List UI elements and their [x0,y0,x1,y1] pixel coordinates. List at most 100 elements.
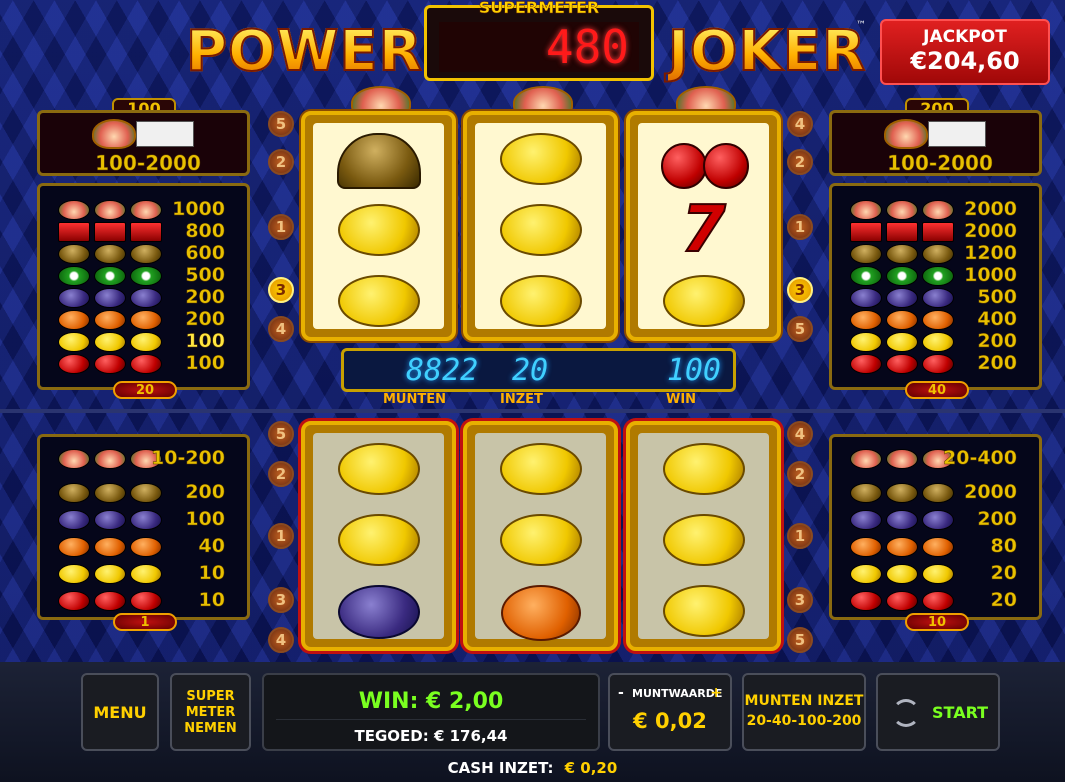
paytable-value: 800 [185,220,225,243]
credit-amount: TEGOED: € 176,44 [354,727,508,745]
upper-payline-marker-left-2: 2 [268,149,294,175]
melon-icons [850,266,958,286]
paytable-row: 2000 [832,220,1039,242]
bell-icons [58,483,166,503]
lemon-symbol [662,585,745,638]
paytable-value: 1200 [964,242,1017,265]
munten-value: 8822 [406,353,479,388]
bell-icons [58,244,166,264]
coin-value-decrease-button[interactable]: - [618,685,624,701]
plum-icons [850,510,958,530]
upper-payline-marker-right-3: 3 [787,277,813,303]
lemon-symbol [337,275,420,328]
coin-value: € 0,02 [633,709,707,733]
lemon-symbol [662,514,745,566]
title-power: POWER [185,19,423,84]
cash-bet-value: € 0,20 [564,759,618,777]
plum-icons [58,288,166,308]
lemon-symbol [337,442,420,495]
coins-bet-button[interactable]: MUNTEN INZET 20-40-100-200 [742,673,866,751]
melon-icons [58,266,166,286]
paytable-row: 20 [832,562,1039,584]
paytable-row: 400 [832,308,1039,330]
joker-icons [850,200,958,220]
cash-bet-line: CASH INZET: € 0,20 [0,758,1065,777]
upper-left-bottom-badge: 20 [113,381,177,399]
orange-symbol [500,585,581,642]
lower-payline-marker-right-5: 5 [787,627,813,653]
lemon-symbol [499,442,582,495]
supermeter-label: SUPERMETER [478,0,600,17]
seven-icons [58,222,166,242]
paytable-value: 1000 [172,198,225,221]
upper-payline-marker-left-3: 3 [268,277,294,303]
orange-icons [850,537,958,557]
supermeter-take-line1: SUPER [186,689,235,704]
cash-bet-label: CASH INZET: [447,759,554,777]
paytable-value: 2000 [964,220,1017,243]
lower-reel-2 [463,421,618,651]
paytable-row: 1200 [832,242,1039,264]
lemon-symbol [337,204,420,256]
upper-payline-marker-left-5: 5 [268,111,294,137]
supermeter-take-button[interactable]: SUPER METER NEMEN [170,673,251,751]
cherry-symbol [659,133,749,189]
munten-label: MUNTEN [383,392,447,407]
paytable-row: 40 [40,535,247,557]
paytable-value: 40 [198,535,225,558]
paytable-row: 200 [40,286,247,308]
paytable-value: 200 [977,330,1017,353]
upper-payline-marker-left-4: 4 [268,316,294,342]
lemon-symbol [337,514,420,566]
upper-right-paytable: 2000 2000 1200 1000 500 400 200 200 [829,183,1042,390]
paytable-value: 400 [977,308,1017,331]
win-credit-panel: WIN: € 2,00 TEGOED: € 176,44 [262,673,600,751]
plum-icons [850,288,958,308]
coin-value-increase-button[interactable]: + [710,685,722,701]
joker-icons [850,449,958,469]
card-icon [928,121,986,147]
jackpot-amount: €204,60 [910,47,1020,75]
paytable-row: 10 [40,589,247,611]
paytable-row: 20 [832,589,1039,611]
cherry-icons [850,591,958,611]
paytable-row: 10 [40,562,247,584]
upper-reel-1 [301,111,456,341]
trademark-mark: ™ [856,20,866,31]
paytable-value: 500 [977,286,1017,309]
seven-symbol: 7 [680,193,727,267]
bell-icons [850,244,958,264]
paytable-value: 100 [185,352,225,375]
upper-payline-marker-right-5: 5 [787,316,813,342]
title-joker: JOKER [667,19,867,84]
upper-payline-marker-right-1: 1 [787,214,813,240]
orange-icons [850,310,958,330]
lower-reel-3 [626,421,781,651]
paytable-row: 200 [832,352,1039,374]
jackpot-label: JACKPOT [923,27,1007,47]
cherry-icons [58,354,166,374]
upper-left-range: 100-2000 [95,151,201,176]
paytable-row: 800 [40,220,247,242]
paytable-row: 2000 [832,481,1039,503]
upper-right-joker-box: 100-2000 [829,110,1042,176]
paytable-value: 20 [990,589,1017,612]
joker-icons [58,200,166,220]
upper-payline-marker-right-4: 4 [787,111,813,137]
paytable-row: 100 [40,330,247,352]
coins-bet-label: MUNTEN INZET [744,693,864,709]
start-button[interactable]: START [876,673,1000,751]
menu-button[interactable]: MENU [81,673,159,751]
paytable-value: 2000 [964,481,1017,504]
supermeter-take-line3: NEMEN [184,721,237,736]
bell-icons [850,483,958,503]
lower-left-bottom-badge: 1 [113,613,177,631]
card-icon [136,121,194,147]
lemon-symbol [662,275,745,328]
supermeter-value: 480 [439,22,639,72]
win-value: 100 [666,353,721,388]
lower-payline-marker-left-2: 2 [268,461,294,487]
plum-symbol [337,585,420,640]
upper-reel-3: 7 [626,111,781,341]
paytable-row: 200 [832,508,1039,530]
